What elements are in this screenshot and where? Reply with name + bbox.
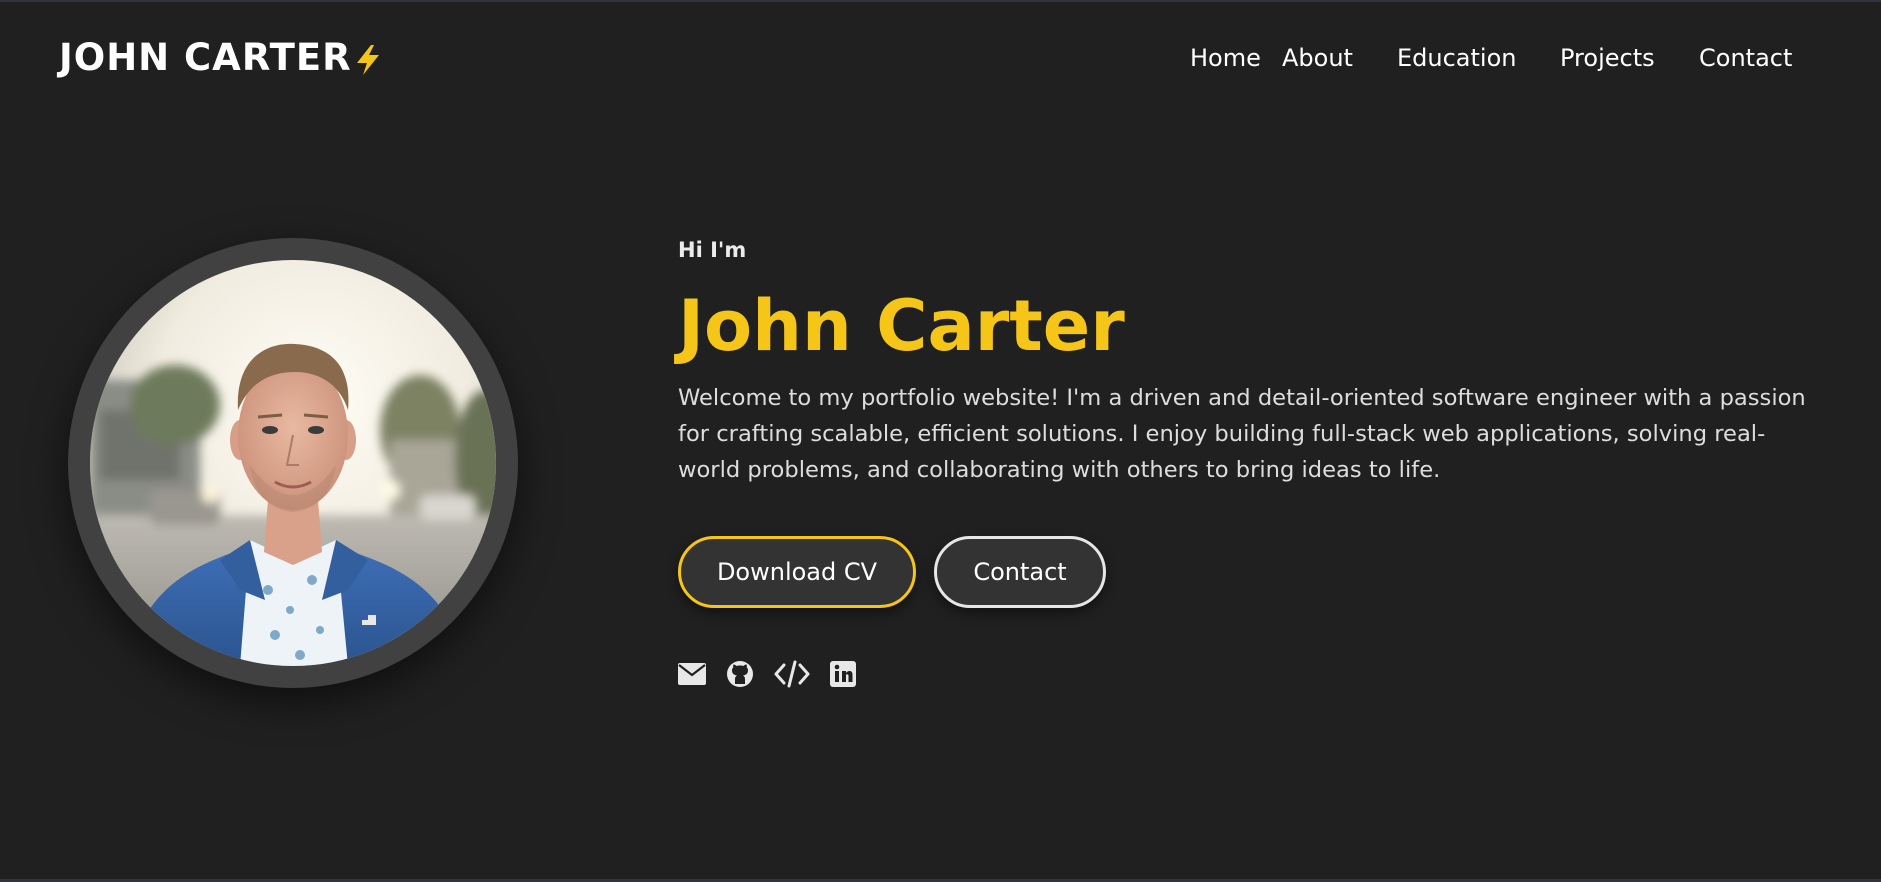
hero-name: John Carter bbox=[678, 285, 1125, 367]
nav-education[interactable]: Education bbox=[1397, 44, 1516, 72]
profile-photo-frame bbox=[68, 238, 518, 688]
hero-bio: Welcome to my portfolio website! I'm a d… bbox=[678, 385, 1806, 483]
download-cv-button[interactable]: Download CV bbox=[678, 536, 916, 608]
code-icon[interactable] bbox=[774, 660, 810, 688]
nav-home[interactable]: Home bbox=[1190, 44, 1261, 72]
contact-button[interactable]: Contact bbox=[934, 536, 1106, 608]
envelope-icon[interactable] bbox=[678, 663, 706, 685]
linkedin-icon[interactable] bbox=[830, 661, 856, 687]
social-links bbox=[678, 659, 876, 689]
nav-projects[interactable]: Projects bbox=[1560, 44, 1655, 72]
nav-about[interactable]: About bbox=[1282, 44, 1353, 72]
greeting-text: Hi I'm bbox=[678, 238, 747, 262]
github-icon[interactable] bbox=[726, 660, 754, 688]
main-nav: Home About Education Projects Contact bbox=[0, 44, 1881, 76]
nav-contact[interactable]: Contact bbox=[1699, 44, 1792, 72]
profile-photo bbox=[90, 260, 496, 666]
portfolio-page: JOHN CARTER Home About Education Project… bbox=[0, 0, 1881, 882]
